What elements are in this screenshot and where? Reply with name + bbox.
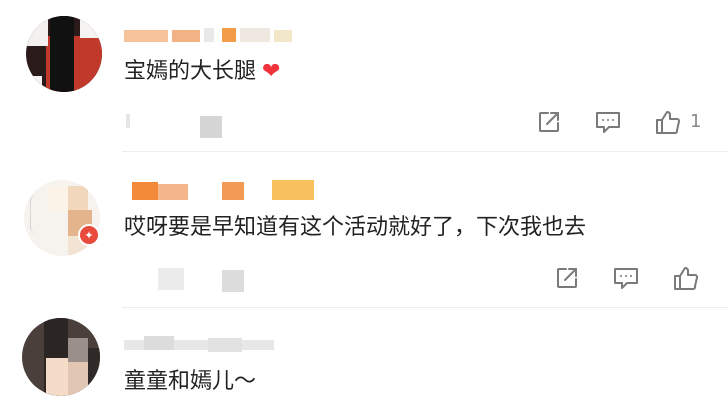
username-censored[interactable] (124, 336, 276, 354)
comment-text: 哎呀要是早知道有这个活动就好了，下次我也去 (124, 215, 587, 240)
share-button[interactable] (554, 265, 580, 291)
thumbs-up-icon (656, 111, 681, 134)
comment-actions: 1 (536, 108, 701, 136)
share-button[interactable] (536, 109, 562, 135)
like-button[interactable]: 1 (654, 108, 701, 136)
comment-button[interactable] (612, 265, 640, 291)
comment-item-1: 宝嫣的大长腿 ❤ 1 (0, 0, 728, 152)
comment-icon (596, 112, 620, 133)
like-button[interactable] (672, 264, 708, 292)
username-censored[interactable] (132, 180, 322, 202)
heart-icon: ❤ (262, 59, 281, 84)
comment-text: 童童和嫣儿～ (124, 369, 257, 394)
share-icon (539, 112, 559, 132)
comment-item-2: ✦ 哎呀要是早知道有这个活动就好了，下次我也去 (0, 152, 728, 308)
comment-icon (614, 268, 638, 289)
avatar[interactable] (26, 16, 102, 92)
comment-text: 宝嫣的大长腿 (124, 59, 257, 84)
like-count: 1 (690, 111, 702, 132)
comment-meta-censored (150, 266, 250, 296)
username-censored[interactable] (124, 26, 294, 44)
verified-badge: ✦ (78, 224, 100, 246)
comment-button[interactable] (594, 109, 622, 135)
comment-actions (554, 264, 708, 292)
share-icon (557, 268, 577, 288)
avatar[interactable] (22, 318, 100, 396)
comment-meta-censored (124, 114, 234, 140)
comment-item-3: 童童和嫣儿～ (0, 308, 728, 406)
thumbs-up-icon (674, 267, 699, 290)
